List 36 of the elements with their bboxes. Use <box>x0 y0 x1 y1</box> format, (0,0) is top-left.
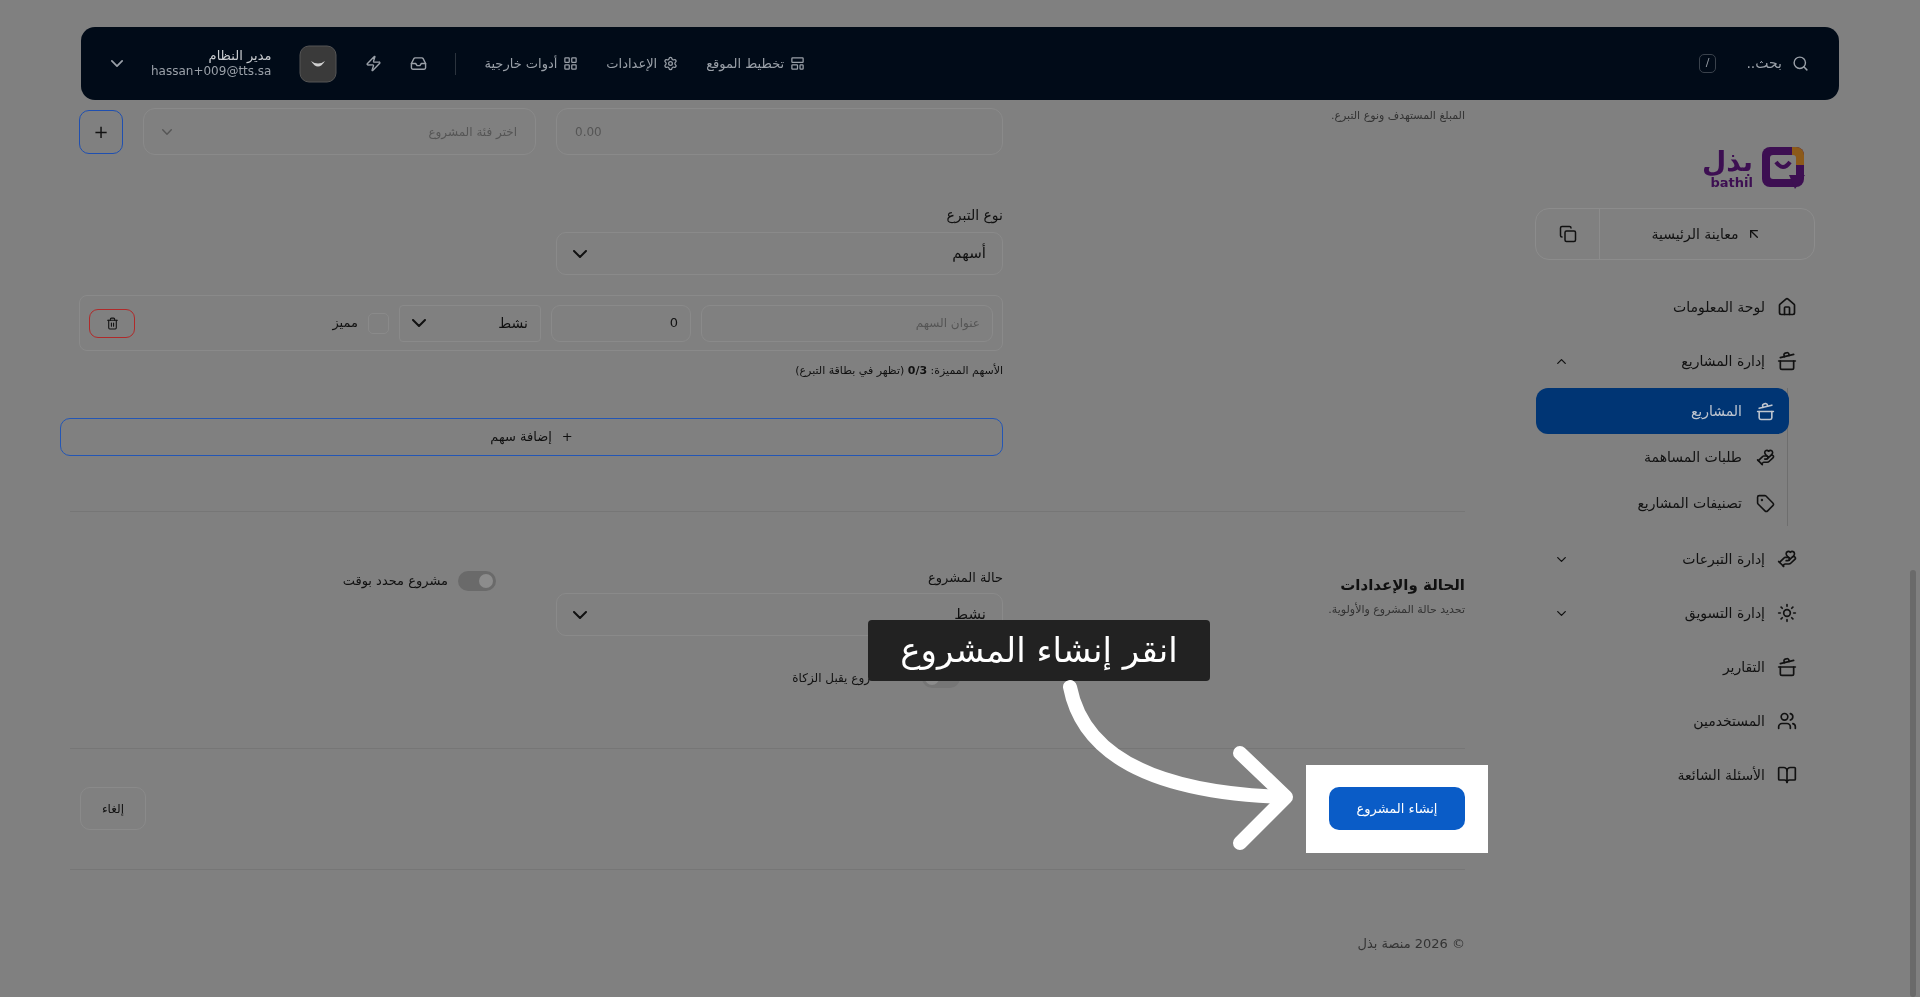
donation-type-select[interactable]: أسهم <box>556 232 1003 275</box>
featured-label: مميز <box>332 314 358 333</box>
nav-link[interactable]: الإعدادات <box>606 53 679 74</box>
nav-link[interactable]: أدوات خارجية <box>484 53 579 74</box>
section-title: الحالة والإعدادات <box>1339 574 1465 596</box>
sidebar-item[interactable]: المستخدمين <box>1535 694 1815 748</box>
logo-text: بذل <box>1702 147 1753 176</box>
footer-text: © 2026 منصة بذل <box>1356 934 1465 953</box>
tutorial-tooltip: انقر إنشاء المشروع <box>868 620 1210 681</box>
toggle-label: روع يقبل الزكاة <box>792 670 870 687</box>
user-name: مدير النظام <box>207 47 272 65</box>
sidebar-subitem[interactable]: المشاريع <box>1536 388 1789 434</box>
toggle-label: مشروع محدد بوقت <box>342 571 448 591</box>
field-label: حالة المشروع <box>927 568 1003 587</box>
sidebar-item[interactable]: إدارة التبرعات <box>1535 532 1815 586</box>
section-subtitle: تحديد حالة المشروع والأولوية. <box>1327 602 1465 618</box>
sidebar-item[interactable]: الأسئلة الشائعة <box>1535 748 1815 802</box>
user-email: hassan+009@tts.sa <box>151 64 272 80</box>
cancel-button[interactable]: إلغاء <box>80 787 146 830</box>
sidebar-subitem[interactable]: طلبات المساهمة <box>1535 434 1789 480</box>
sidebar-item[interactable]: إدارة المشاريع <box>1535 334 1815 388</box>
field-label: نوع التبرع <box>945 206 1003 226</box>
sidebar-subitem[interactable]: تصنيفات المشاريع <box>1535 480 1789 526</box>
section-description: المبلغ المستهدف ونوع التبرع. <box>1330 108 1465 124</box>
sidebar-item[interactable]: إدارة التسويق <box>1535 586 1815 640</box>
shortcut-key: / <box>1698 54 1717 73</box>
add-category-button[interactable]: + <box>79 109 123 154</box>
nav-link[interactable]: تخطيط الموقع <box>706 53 806 74</box>
share-status-select[interactable]: نشط <box>399 304 541 342</box>
logo-subtitle: bathil <box>1710 175 1753 189</box>
sidebar-item[interactable]: لوحة المعلومات <box>1535 280 1815 334</box>
sidebar-item[interactable]: التقارير <box>1535 640 1815 694</box>
add-share-button[interactable]: + إضافة سهم <box>60 417 1003 456</box>
create-project-button[interactable]: إنشاء المشروع <box>1329 787 1465 830</box>
share-amount-field[interactable]: 0 <box>551 304 691 342</box>
search-field[interactable]: بحث.. <box>1746 53 1782 74</box>
